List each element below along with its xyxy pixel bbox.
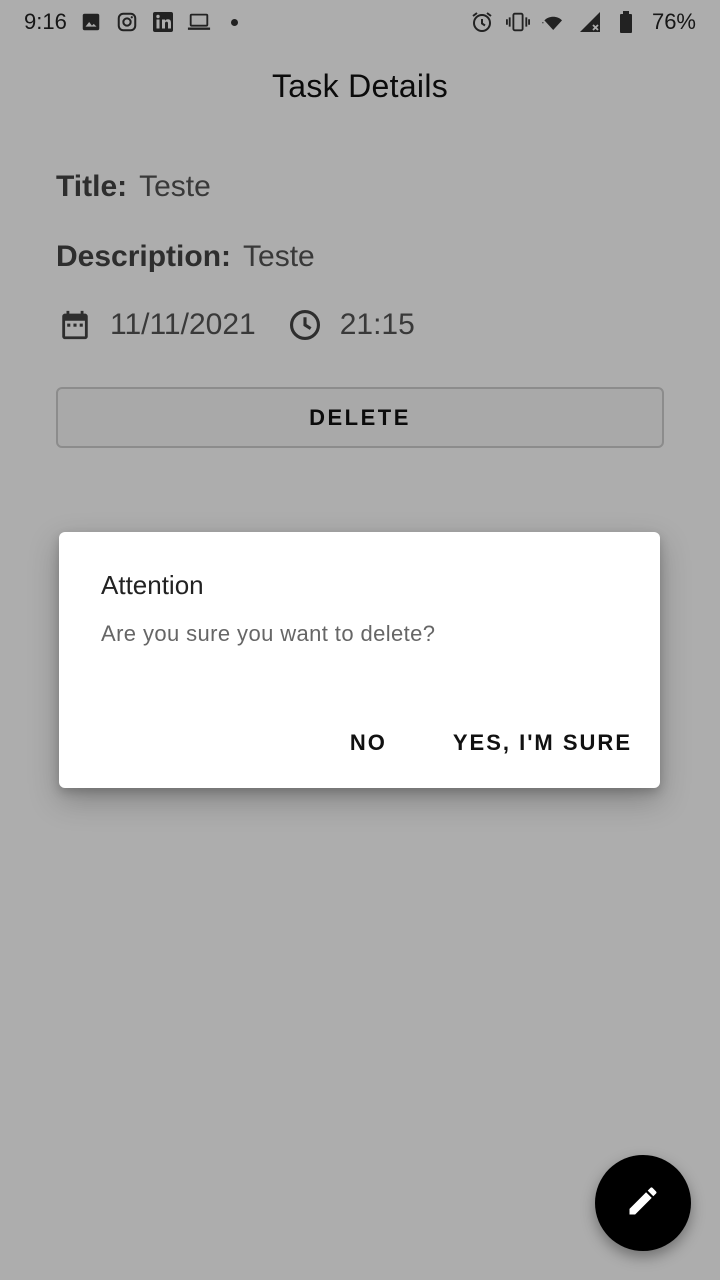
confirm-delete-dialog: Attention Are you sure you want to delet… (59, 532, 660, 788)
edit-fab-button[interactable] (595, 1155, 691, 1251)
dialog-yes-button[interactable]: YES, I'M SURE (453, 730, 632, 756)
dialog-no-button[interactable]: NO (350, 730, 387, 756)
dialog-actions: NO YES, I'M SURE (350, 730, 632, 756)
edit-pencil-icon (625, 1183, 661, 1224)
task-details-screen: 9:16 76% Task Details Title: Teste Descr… (0, 0, 720, 1280)
dialog-title: Attention (101, 570, 204, 600)
dialog-message: Are you sure you want to delete? (101, 621, 436, 646)
